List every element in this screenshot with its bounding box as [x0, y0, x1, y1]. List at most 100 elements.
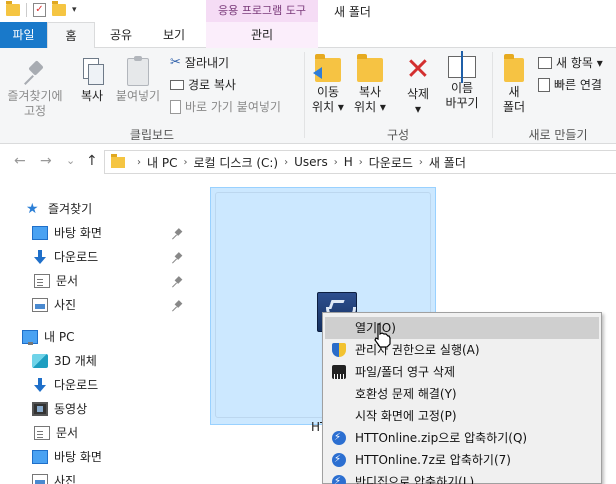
title-bar: ✓ ▾ 응용 프로그램 도구 새 폴더	[0, 0, 616, 22]
menu-item-open[interactable]: 열기(O)	[325, 317, 599, 339]
pictures-icon	[32, 473, 48, 484]
address-bar[interactable]: › 내 PC › 로컬 디스크 (C:) › Users › H › 다운로드 …	[104, 150, 616, 174]
breadcrumb-item[interactable]: 다운로드	[369, 154, 413, 171]
nav-item-label: 3D 개체	[54, 354, 97, 368]
nav-item-pc-desktop[interactable]: 바탕 화면	[32, 448, 102, 465]
document-icon	[34, 425, 50, 440]
shield-icon	[332, 343, 346, 357]
move-folder-icon	[313, 54, 341, 82]
menu-item-troubleshoot[interactable]: 호환성 문제 해결(Y)	[325, 383, 599, 405]
breadcrumb-item[interactable]: 내 PC	[147, 154, 177, 171]
delete-button[interactable]: ✕ 삭제 ▾	[398, 52, 438, 117]
new-folder-big-icon	[504, 54, 524, 82]
menu-item-run-as-admin[interactable]: 관리자 권한으로 실행(A)	[325, 339, 599, 361]
menu-item-label: HTTOnline.zip으로 압축하기(Q)	[355, 431, 528, 445]
menu-item-label: 반디집으로 압축하기(L)	[355, 475, 475, 484]
copy-to-label-2: 위치 ▾	[354, 100, 386, 114]
delete-icon: ✕	[405, 52, 431, 87]
nav-item-label: 사진	[54, 298, 77, 312]
context-tools-label: 응용 프로그램 도구	[206, 0, 318, 22]
nav-item-pictures[interactable]: 사진	[32, 296, 76, 313]
chevron-right-icon[interactable]: ›	[183, 157, 187, 168]
bandizip-icon	[332, 427, 346, 449]
desktop-icon	[32, 449, 48, 464]
rename-icon	[448, 51, 476, 83]
new-folder-button[interactable]: 새 폴더	[496, 54, 532, 115]
ribbon: 즐겨찾기에 고정 복사 붙여넣기 ✂ 잘라내기 경로 복사 바로 가기 붙여넣기…	[0, 48, 616, 144]
menu-item-label: HTTOnline.7z로 압축하기(7)	[355, 453, 511, 467]
copy-path-button[interactable]: 경로 복사	[170, 76, 236, 93]
forward-button[interactable]: →	[40, 153, 52, 169]
menu-item-7z[interactable]: HTTOnline.7z로 압축하기(7)	[325, 449, 599, 471]
hand-cursor-icon	[374, 323, 391, 348]
menu-item-pin-start[interactable]: 시작 화면에 고정(P)	[325, 405, 599, 427]
up-button[interactable]: ↑	[86, 153, 98, 169]
tab-file[interactable]: 파일	[0, 22, 47, 48]
nav-item-label: 즐겨찾기	[48, 202, 93, 216]
nav-item-this-pc[interactable]: 내 PC	[22, 328, 74, 345]
bandizip-icon	[332, 471, 346, 484]
nav-item-label: 동영상	[54, 402, 88, 416]
folder-icon[interactable]	[6, 1, 20, 16]
tab-view[interactable]: 보기	[148, 22, 200, 48]
breadcrumb-item[interactable]: 새 폴더	[429, 154, 466, 171]
nav-item-documents[interactable]: 문서	[32, 272, 78, 289]
chevron-right-icon[interactable]: ›	[359, 157, 363, 168]
ribbon-tabs: 파일 홈 공유 보기 관리	[0, 22, 616, 49]
pin-icon[interactable]	[173, 253, 183, 263]
cube-icon	[32, 353, 48, 368]
menu-item-zip[interactable]: HTTOnline.zip으로 압축하기(Q)	[325, 427, 599, 449]
paste-button[interactable]: 붙여넣기	[112, 56, 164, 104]
breadcrumb-item[interactable]: 로컬 디스크 (C:)	[193, 154, 278, 171]
menu-item-label: 호환성 문제 해결(Y)	[355, 387, 457, 401]
pin-icon[interactable]	[173, 229, 183, 239]
menu-item-bandizip[interactable]: 반디집으로 압축하기(L)	[325, 471, 599, 484]
nav-item-3d-objects[interactable]: 3D 개체	[32, 352, 97, 369]
copy-to-label-1: 복사	[358, 85, 382, 99]
group-divider	[492, 52, 493, 138]
chevron-right-icon[interactable]: ›	[419, 157, 423, 168]
tab-share[interactable]: 공유	[98, 22, 144, 48]
copy-to-button[interactable]: 복사 위치 ▾	[350, 54, 390, 115]
chevron-right-icon[interactable]: ›	[334, 157, 338, 168]
paste-shortcut-button[interactable]: 바로 가기 붙여넣기	[170, 98, 281, 115]
cut-button[interactable]: ✂ 잘라내기	[170, 54, 229, 71]
recent-locations-button[interactable]: ⌄	[66, 154, 75, 167]
pin-icon[interactable]	[173, 277, 183, 287]
nav-item-label: 다운로드	[54, 378, 99, 392]
menu-item-label: 시작 화면에 고정(P)	[355, 409, 457, 423]
nav-item-pc-pictures[interactable]: 사진	[32, 472, 76, 484]
customize-toolbar-icon[interactable]: ▾	[72, 5, 77, 15]
menu-item-shred[interactable]: 파일/폴더 영구 삭제	[325, 361, 599, 383]
easy-access-button[interactable]: 빠른 연결	[538, 76, 602, 93]
nav-item-pc-downloads[interactable]: 다운로드	[32, 376, 98, 393]
back-button[interactable]: ←	[14, 153, 26, 169]
new-item-button[interactable]: 새 항목 ▾	[538, 54, 603, 71]
chevron-right-icon[interactable]: ›	[284, 157, 288, 168]
pin-icon[interactable]	[173, 301, 183, 311]
copy-button[interactable]: 복사	[72, 58, 112, 104]
video-icon	[32, 401, 48, 416]
tab-home[interactable]: 홈	[47, 22, 95, 49]
shortcut-icon	[170, 99, 181, 114]
move-to-button[interactable]: 이동 위치 ▾	[308, 54, 348, 115]
properties-icon[interactable]: ✓	[33, 3, 46, 17]
tab-manage[interactable]: 관리	[206, 22, 318, 48]
rename-button[interactable]: 이름 바꾸기	[440, 51, 484, 111]
computer-icon	[22, 329, 38, 345]
nav-item-label: 사진	[54, 474, 77, 484]
clipboard-group-label: 클립보드	[129, 128, 175, 142]
nav-item-pc-documents[interactable]: 문서	[32, 424, 78, 441]
pictures-icon	[32, 297, 48, 312]
breadcrumb-item[interactable]: Users	[294, 155, 328, 169]
chevron-right-icon[interactable]: ›	[137, 157, 141, 168]
breadcrumb-item[interactable]: H	[344, 155, 353, 169]
nav-item-desktop[interactable]: 바탕 화면	[32, 224, 102, 241]
nav-item-downloads[interactable]: 다운로드	[32, 248, 98, 265]
pin-quick-access-button[interactable]: 즐겨찾기에 고정	[4, 60, 66, 119]
nav-item-quick-access[interactable]: ★ 즐겨찾기	[26, 200, 92, 217]
new-folder-icon[interactable]	[52, 1, 66, 16]
new-folder-label-1: 새	[508, 85, 520, 99]
nav-item-videos[interactable]: 동영상	[32, 400, 87, 417]
copy-path-label: 경로 복사	[188, 78, 236, 92]
